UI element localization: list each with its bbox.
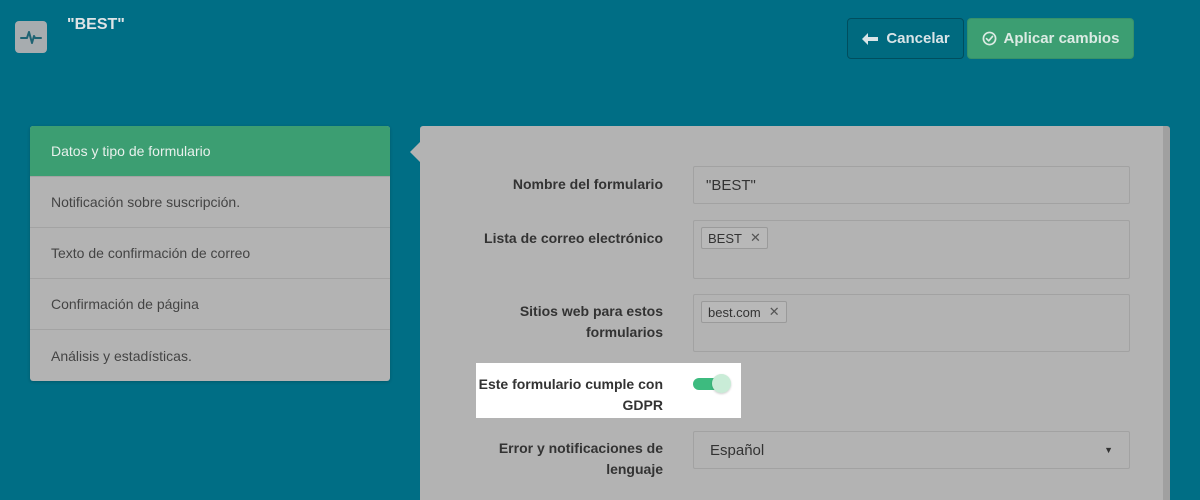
form-name-input[interactable]: "BEST" [693,166,1130,204]
remove-tag-icon[interactable]: ✕ [750,230,761,246]
websites-label: Sitios web para estos formularios [519,303,663,340]
app-logo [15,21,47,53]
arrow-left-icon [862,32,879,45]
email-list-tags-input[interactable]: BEST ✕ [693,220,1130,279]
sidebar-item-form-data[interactable]: Datos y tipo de formulario [30,126,390,177]
sidebar-item-label: Texto de confirmación de correo [51,245,251,261]
email-list-label: Lista de correo electrónico [484,230,663,246]
email-list-tag: BEST ✕ [701,227,768,249]
sidebar-item-label: Confirmación de página [51,296,199,312]
pulse-icon [20,31,42,44]
sidebar-item-page-confirmation[interactable]: Confirmación de página [30,279,390,330]
tag-label: BEST [708,230,742,246]
sidebar-item-label: Análisis y estadísticas. [51,347,192,364]
check-circle-icon [982,31,996,46]
language-select[interactable]: Español ▼ [693,431,1130,469]
language-label: Error y notificaciones de lenguaje [498,440,663,477]
cancel-button-label: Cancelar [886,30,950,47]
gdpr-label: Este formulario cumple con GDPR [478,376,663,413]
page-title: "BEST" [67,16,125,33]
sidebar-item-label: Notificación sobre suscripción. [51,194,241,210]
sidebar-item-subscription-notification[interactable]: Notificación sobre suscripción. [30,177,390,228]
toggle-knob [712,374,731,393]
website-tag: best.com ✕ [701,301,787,323]
sidebar-item-analytics[interactable]: Análisis y estadísticas. [30,330,390,381]
panel-pointer [410,142,420,162]
tag-label: best.com [708,304,761,320]
form-name-value: "BEST" [706,177,756,194]
settings-sidebar: Datos y tipo de formulario Notificación … [30,126,390,381]
apply-changes-button[interactable]: Aplicar cambios [967,18,1134,59]
language-selected-value: Español [710,441,765,459]
caret-down-icon: ▼ [1104,445,1113,455]
apply-changes-label: Aplicar cambios [1003,30,1120,47]
sidebar-item-email-confirmation[interactable]: Texto de confirmación de correo [30,228,390,279]
form-name-label: Nombre del formulario [512,176,663,192]
websites-tags-input[interactable]: best.com ✕ [693,294,1130,352]
sidebar-item-label: Datos y tipo de formulario [51,143,211,159]
gdpr-toggle[interactable] [693,374,731,393]
cancel-button[interactable]: Cancelar [847,18,964,59]
remove-tag-icon[interactable]: ✕ [769,304,780,320]
